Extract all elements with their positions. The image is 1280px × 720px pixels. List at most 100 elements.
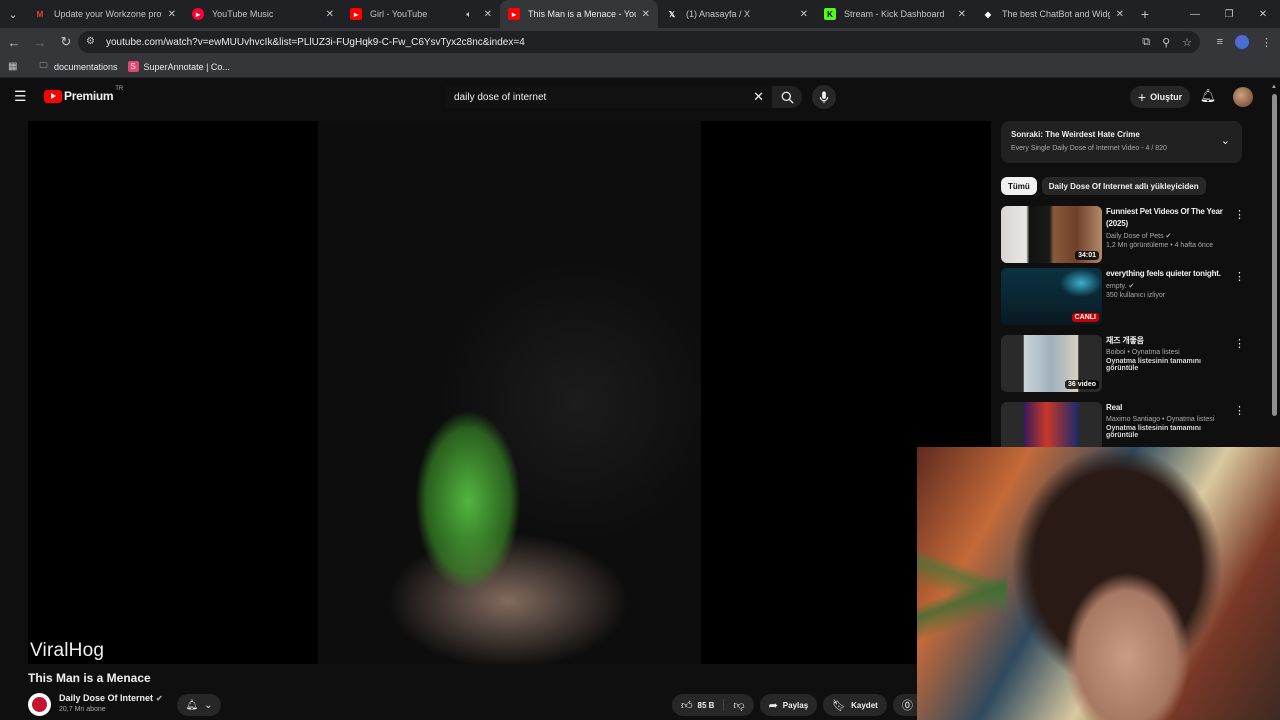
clear-search-icon[interactable]: ✕ (753, 89, 764, 105)
video-thumbnail[interactable]: CANLI (1001, 268, 1102, 325)
cast-icon[interactable]: ⧉ (1142, 36, 1150, 49)
close-tab-icon[interactable]: ✕ (326, 9, 334, 20)
more-options-icon[interactable]: ⋮ (1234, 337, 1245, 350)
media-controls-icon[interactable]: ≡ (1217, 36, 1223, 48)
recommendation-title[interactable]: Funniest Pet Videos Of The Year (2025) (1106, 206, 1234, 230)
close-tab-icon[interactable]: ✕ (800, 9, 808, 20)
recommendation-item[interactable]: 34:01 Funniest Pet Videos Of The Year (2… (1001, 206, 1249, 264)
expand-chevron-icon[interactable]: ⌄ (1221, 134, 1230, 147)
video-actions: 👍︎ 85 B 👎︎ ➦ Paylaş 🔖︎ Kaydet ⓪ T (672, 694, 932, 716)
like-button[interactable]: 👍︎ 85 B (672, 694, 723, 716)
bookmark-documentations[interactable]: 🗀 documentations (38, 61, 118, 72)
tab-kick-dashboard[interactable]: K Stream - Kick Dashboard ✕ (816, 0, 974, 28)
view-full-playlist-link[interactable]: Oynatma listesinin tamamını görüntüle (1106, 425, 1234, 439)
profile-icon[interactable] (1235, 35, 1249, 49)
channel-avatar[interactable] (28, 693, 51, 716)
view-full-playlist-link[interactable]: Oynatma listesinin tamamını görüntüle (1106, 358, 1234, 372)
video-player[interactable]: ViralHog (28, 121, 991, 664)
chip-all[interactable]: Tümü (1001, 177, 1037, 195)
video-thumbnail[interactable]: 34:01 (1001, 206, 1102, 263)
close-tab-icon[interactable]: ✕ (168, 9, 176, 20)
scrollbar-thumb[interactable] (1272, 94, 1277, 416)
tab-title: This Man is a Menace - YouTub (528, 9, 636, 19)
tab-workzone[interactable]: M Update your Workzone profile ✕ (26, 0, 184, 28)
voice-search-button[interactable] (812, 85, 836, 109)
search-box[interactable]: ✕ (446, 86, 772, 108)
scroll-up-icon[interactable]: ▲ (1271, 84, 1277, 90)
verified-icon: ✔ (1165, 233, 1172, 240)
recommendation-item[interactable]: CANLI everything feels quieter tonight. … (1001, 268, 1249, 326)
plus-icon: + (1137, 89, 1147, 105)
site-info-icon[interactable]: ⚙ (86, 36, 98, 48)
restore-icon[interactable]: ❐ (1212, 0, 1246, 28)
recommendation-title[interactable]: 재즈 개좋음 (1106, 335, 1234, 347)
more-options-icon[interactable]: ⋮ (1234, 208, 1245, 221)
kick-icon: K (824, 8, 836, 20)
recommendation-item[interactable]: 36 video 재즈 개좋음 Boiboi • Oynatma listesi… (1001, 335, 1249, 393)
channel-text: Daily Dose of Pets (1106, 233, 1164, 240)
close-tab-icon[interactable]: ✕ (642, 9, 650, 20)
zoom-icon[interactable]: ⚲ (1162, 36, 1170, 49)
notification-subscription-button[interactable]: 🔔︎ ⌄ (177, 694, 221, 716)
recommendation-channel: Daily Dose of Pets ✔ (1106, 232, 1234, 240)
thumbs-up-icon: 👍︎ (681, 699, 693, 712)
recommendation-title[interactable]: Real (1106, 402, 1234, 414)
youtube-icon: ▸ (350, 8, 362, 20)
chip-from-uploader[interactable]: Daily Dose Of Internet adlı yükleyiciden (1041, 177, 1206, 195)
playlist-thumbnail[interactable]: 36 video (1001, 335, 1102, 392)
tab-this-man-is-a-menace[interactable]: ▸ This Man is a Menace - YouTub ✕ (500, 0, 658, 28)
bookmarks-bar: ▦ 🗀 documentations S SuperAnnotate | Co.… (0, 56, 1280, 78)
back-icon[interactable]: ← (2, 30, 26, 54)
tab-x-home[interactable]: 𝕏 (1) Anasayfa / X ✕ (658, 0, 816, 28)
browser-toolbar: ← → ↻ ⚙ youtube.com/watch?v=ewMUUvhvcIk&… (0, 28, 1280, 56)
more-options-icon[interactable]: ⋮ (1234, 270, 1245, 283)
duration-badge: 34:01 (1075, 251, 1099, 260)
webcam-overlay (917, 447, 1280, 720)
tab-girl-youtube[interactable]: ▸ Girl - YouTube 🔈︎ ✕ (342, 0, 500, 28)
forward-icon[interactable]: → (28, 30, 52, 54)
tab-title: Girl - YouTube (370, 9, 428, 19)
hamburger-menu-icon[interactable]: ☰ (14, 89, 28, 103)
logo-text: Premium (64, 89, 114, 103)
address-bar[interactable]: ⚙ youtube.com/watch?v=ewMUUvhvcIk&list=P… (78, 31, 1200, 53)
playlist-subtitle: Every Single Daily Dose of Internet Vide… (1011, 145, 1167, 152)
menu-icon[interactable]: ⋮ (1261, 36, 1272, 49)
channel-name[interactable]: Daily Dose Of Internet ✔ (59, 693, 163, 703)
youtube-premium-logo[interactable]: Premium TR (44, 86, 123, 103)
search-input[interactable] (454, 91, 744, 103)
url-text[interactable]: youtube.com/watch?v=ewMUUvhvcIk&list=PLl… (106, 37, 525, 48)
reload-icon[interactable]: ↻ (54, 30, 78, 54)
x-icon: 𝕏 (668, 9, 676, 19)
tab-chatbot-widgets[interactable]: ◆ The best ChatBot and Widgets ✕ (974, 0, 1132, 28)
recommendation-meta: 350 kullanıcı izliyor (1106, 292, 1166, 299)
create-button[interactable]: + Oluştur (1130, 86, 1190, 108)
thumbs-down-icon: 👎︎ (733, 699, 745, 712)
chevron-down-icon: ⌄ (204, 699, 213, 711)
share-button[interactable]: ➦ Paylaş (759, 694, 818, 716)
search-button[interactable] (772, 86, 802, 108)
tab-youtube-music[interactable]: ▸ YouTube Music ✕ (184, 0, 342, 28)
close-tab-icon[interactable]: ✕ (958, 9, 966, 20)
new-tab-button[interactable]: + (1132, 0, 1158, 28)
notifications-bell-icon[interactable]: 🔔︎ (1199, 88, 1217, 106)
bookmark-star-icon[interactable]: ☆ (1182, 36, 1192, 49)
live-badge: CANLI (1071, 313, 1099, 322)
close-tab-icon[interactable]: ✕ (1116, 9, 1124, 20)
tab-title: (1) Anasayfa / X (686, 9, 751, 19)
bell-icon: 🔔︎ (185, 699, 199, 711)
tab-search-button[interactable]: ⌄ (0, 0, 26, 28)
close-tab-icon[interactable]: ✕ (484, 9, 492, 20)
close-window-icon[interactable]: ✕ (1246, 0, 1280, 28)
minimize-icon[interactable]: — (1178, 0, 1212, 28)
user-avatar[interactable] (1233, 87, 1253, 107)
playlist-panel-header[interactable]: Sonraki: The Weirdest Hate Crime Every S… (1001, 121, 1242, 163)
save-button[interactable]: 🔖︎ Kaydet (823, 694, 887, 716)
verified-icon: ✔ (1128, 283, 1135, 290)
more-options-icon[interactable]: ⋮ (1234, 404, 1245, 417)
recommendation-title[interactable]: everything feels quieter tonight. (1106, 268, 1234, 280)
apps-grid-icon[interactable]: ▦ (8, 61, 20, 73)
bookmark-superannotate[interactable]: S SuperAnnotate | Co... (127, 61, 230, 72)
speaker-icon[interactable]: 🔈︎ (466, 9, 471, 20)
dislike-button[interactable]: 👎︎ (724, 694, 753, 716)
gmail-icon: M (36, 9, 44, 19)
